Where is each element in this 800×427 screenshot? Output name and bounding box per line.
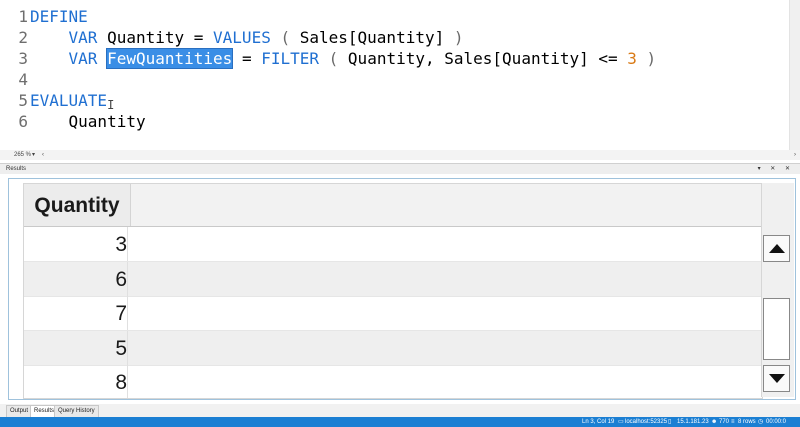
- code-token: VAR: [68, 28, 98, 47]
- code-token: 3: [627, 49, 637, 68]
- bottom-tabs: Output Results Query History: [0, 404, 800, 418]
- rows-icon: ≡: [731, 419, 735, 425]
- status-user: 770: [719, 419, 730, 425]
- code-token: (: [270, 28, 300, 47]
- status-server: localhost:52325: [625, 419, 668, 425]
- line-number: 5: [18, 91, 28, 110]
- arrow-up-icon: [769, 244, 785, 253]
- table-row[interactable]: 5: [24, 330, 762, 366]
- status-position: Ln 3, Col 19: [582, 419, 615, 425]
- quantity-cell[interactable]: 3: [24, 227, 128, 261]
- scroll-down-button[interactable]: [763, 365, 790, 392]
- line-number: 3: [18, 49, 28, 68]
- code-token: Quantity: [30, 112, 146, 131]
- arrow-down-icon: [769, 374, 785, 383]
- code-token: Sales[Quantity]: [299, 28, 445, 47]
- column-header-quantity[interactable]: Quantity: [24, 184, 131, 226]
- code-line: 1 DEFINE: [0, 6, 790, 27]
- table-row[interactable]: 6: [24, 261, 762, 297]
- grid-header: Quantity: [24, 184, 762, 227]
- results-frame: Quantity 36758: [8, 178, 796, 400]
- code-text: VAR FewQuantities = FILTER ( Quantity, S…: [28, 48, 656, 69]
- code-token: FILTER: [261, 49, 320, 68]
- quantity-cell[interactable]: 8: [24, 365, 128, 398]
- query-editor[interactable]: 1 DEFINE 2 VAR Quantity = VALUES ( Sales[Q…: [0, 0, 800, 150]
- code-text: Quantity: [28, 111, 146, 132]
- table-row[interactable]: 8: [24, 365, 762, 398]
- status-bar: Ln 3, Col 19 ▭ localhost:52325 ▯ 15.1.18…: [0, 417, 800, 427]
- pane-controls-icon[interactable]: ▾ ✕ ✕: [758, 164, 794, 174]
- user-icon: ☻: [711, 419, 718, 425]
- code-text: VAR Quantity = VALUES ( Sales[Quantity] …: [28, 27, 464, 48]
- code-token: VAR: [68, 49, 98, 68]
- code-token: VALUES: [213, 28, 271, 47]
- code-line: 3 VAR FewQuantities = FILTER ( Quantity,…: [0, 48, 790, 69]
- code-token: ): [636, 49, 657, 68]
- code-text: EVALUATEI: [28, 90, 114, 113]
- scroll-right-icon[interactable]: ›: [794, 150, 796, 160]
- quantity-cell[interactable]: 7: [24, 296, 128, 330]
- table-row[interactable]: 7: [24, 296, 762, 331]
- code-token: EVALUATE: [30, 91, 108, 110]
- line-number: 2: [18, 28, 28, 47]
- editor-zoom-bar: 265 % ▾ ‹ ›: [0, 150, 800, 160]
- code-line: 2 VAR Quantity = VALUES ( Sales[Quantity…: [0, 27, 790, 48]
- scroll-up-button[interactable]: [763, 235, 790, 262]
- status-rows: 8 rows: [738, 419, 756, 425]
- code-line: 4: [0, 69, 790, 90]
- code-line: 6 Quantity: [0, 111, 790, 132]
- code-token: DEFINE: [30, 7, 88, 26]
- results-grid[interactable]: Quantity 36758: [23, 183, 763, 399]
- line-number: 4: [18, 70, 28, 89]
- scroll-thumb[interactable]: [763, 298, 790, 360]
- quantity-cell[interactable]: 5: [24, 330, 128, 365]
- scroll-left-icon[interactable]: ‹: [42, 150, 44, 160]
- status-time: 00:00:0: [766, 419, 787, 425]
- editor-vertical-scrollbar[interactable]: [789, 0, 800, 150]
- code-text: DEFINE: [28, 6, 88, 27]
- quantity-cell[interactable]: 6: [24, 261, 128, 296]
- code-line: 5 EVALUATEI: [0, 90, 790, 113]
- server-icon: ▭: [618, 419, 624, 425]
- code-token: Quantity, Sales[Quantity] <=: [347, 49, 628, 68]
- table-row[interactable]: 3: [24, 227, 762, 262]
- code-token: =: [232, 49, 262, 68]
- grid-vertical-scrollbar[interactable]: [761, 183, 794, 397]
- code-token: Quantity =: [97, 28, 214, 47]
- selected-token: FewQuantities: [106, 48, 234, 69]
- line-number: 6: [18, 112, 28, 131]
- results-pane-header: Results ▾ ✕ ✕: [0, 163, 800, 174]
- clock-icon: ◷: [758, 419, 764, 425]
- version-icon: ▯: [668, 419, 672, 425]
- code-token: ): [444, 28, 464, 47]
- zoom-dropdown-icon[interactable]: ▾: [32, 150, 35, 160]
- zoom-level[interactable]: 265 %: [14, 150, 31, 160]
- code-token: (: [319, 49, 348, 68]
- status-version: 15.1.181.23: [677, 419, 709, 425]
- text-cursor-icon: I: [107, 98, 115, 112]
- line-number: 1: [18, 7, 28, 26]
- results-pane-title: Results: [6, 166, 27, 172]
